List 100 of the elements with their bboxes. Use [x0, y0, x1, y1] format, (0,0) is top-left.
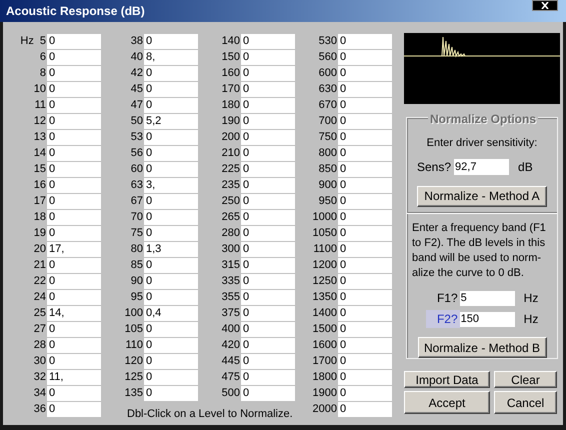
level-field[interactable]: 0: [241, 258, 295, 272]
level-field[interactable]: 0: [241, 338, 295, 352]
level-field[interactable]: 0: [241, 146, 295, 160]
level-field[interactable]: 0: [338, 194, 392, 208]
level-field[interactable]: 0: [47, 194, 101, 208]
level-field[interactable]: 0: [47, 354, 101, 368]
level-field[interactable]: 0: [47, 66, 101, 80]
level-field[interactable]: 0: [338, 146, 392, 160]
level-field[interactable]: 0: [241, 194, 295, 208]
normalize-b-button[interactable]: Normalize - Method B: [418, 337, 546, 358]
level-field[interactable]: 0: [241, 322, 295, 336]
frequency-field[interactable]: 5: [460, 290, 515, 306]
level-field[interactable]: 0: [338, 162, 392, 176]
level-field[interactable]: 14,: [47, 306, 101, 320]
level-field[interactable]: 0: [144, 82, 198, 96]
level-field[interactable]: 0: [47, 162, 101, 176]
level-field[interactable]: 0: [144, 338, 198, 352]
level-field[interactable]: 0: [338, 306, 392, 320]
level-field[interactable]: 0: [241, 130, 295, 144]
level-field[interactable]: 0: [241, 178, 295, 192]
close-button[interactable]: [532, 0, 558, 11]
frequency-field[interactable]: 150: [460, 312, 515, 326]
dialog-button[interactable]: Accept: [404, 391, 490, 414]
level-field[interactable]: 0: [241, 82, 295, 96]
level-field[interactable]: 0: [338, 178, 392, 192]
level-field[interactable]: 0: [338, 66, 392, 80]
level-field[interactable]: 0: [47, 338, 101, 352]
level-field[interactable]: 3,: [144, 178, 198, 192]
level-field[interactable]: 0: [241, 242, 295, 256]
level-field[interactable]: 0: [338, 34, 392, 48]
level-field[interactable]: 0: [144, 370, 198, 384]
level-field[interactable]: 0: [338, 242, 392, 256]
level-field[interactable]: 0: [47, 210, 101, 224]
level-field[interactable]: 0: [241, 226, 295, 240]
level-field[interactable]: 0: [241, 354, 295, 368]
level-field[interactable]: 0: [241, 290, 295, 304]
level-field[interactable]: 0: [47, 130, 101, 144]
level-field[interactable]: 0: [338, 50, 392, 64]
level-field[interactable]: 0: [47, 82, 101, 96]
level-field[interactable]: 0: [144, 34, 198, 48]
level-field[interactable]: 0: [241, 306, 295, 320]
level-field[interactable]: 0: [338, 322, 392, 336]
level-field[interactable]: 0: [47, 226, 101, 240]
level-field[interactable]: 0: [47, 402, 101, 416]
level-field[interactable]: 0: [241, 162, 295, 176]
level-field[interactable]: 0: [338, 354, 392, 368]
level-field[interactable]: 0: [144, 66, 198, 80]
level-field[interactable]: 0: [47, 274, 101, 288]
level-field[interactable]: 0: [47, 386, 101, 400]
level-field[interactable]: 0: [144, 98, 198, 112]
level-field[interactable]: 1,3: [144, 242, 198, 256]
level-field[interactable]: 0: [241, 210, 295, 224]
level-field[interactable]: 0: [47, 50, 101, 64]
level-field[interactable]: 0: [338, 338, 392, 352]
level-field[interactable]: 0: [338, 274, 392, 288]
normalize-a-button[interactable]: Normalize - Method A: [417, 186, 547, 206]
level-field[interactable]: 0: [338, 114, 392, 128]
level-field[interactable]: 0: [338, 290, 392, 304]
level-field[interactable]: 5,2: [144, 114, 198, 128]
level-field[interactable]: 0: [47, 34, 101, 48]
level-field[interactable]: 0: [338, 370, 392, 384]
level-field[interactable]: 0: [47, 290, 101, 304]
dialog-button[interactable]: Clear: [494, 371, 557, 388]
level-field[interactable]: 0: [144, 162, 198, 176]
level-field[interactable]: 0: [47, 114, 101, 128]
level-field[interactable]: 0: [338, 402, 392, 416]
level-field[interactable]: 0: [338, 258, 392, 272]
sensitivity-field[interactable]: 92,7: [454, 158, 510, 174]
level-field[interactable]: 0: [241, 98, 295, 112]
level-field[interactable]: 0: [241, 274, 295, 288]
level-field[interactable]: 0: [47, 178, 101, 192]
level-field[interactable]: 0: [338, 98, 392, 112]
level-field[interactable]: 0: [241, 66, 295, 80]
level-field[interactable]: 0: [144, 194, 198, 208]
level-field[interactable]: 0: [47, 98, 101, 112]
level-field[interactable]: 11,: [47, 370, 101, 384]
level-field[interactable]: 0: [144, 290, 198, 304]
level-field[interactable]: 8,: [144, 50, 198, 64]
level-field[interactable]: 0: [241, 50, 295, 64]
level-field[interactable]: 0: [47, 258, 101, 272]
level-field[interactable]: 0: [241, 34, 295, 48]
level-field[interactable]: 0: [338, 82, 392, 96]
dialog-button[interactable]: Cancel: [494, 391, 557, 414]
level-field[interactable]: 0: [241, 114, 295, 128]
level-field[interactable]: 0: [144, 146, 198, 160]
level-field[interactable]: 0,4: [144, 306, 198, 320]
level-field[interactable]: 0: [144, 210, 198, 224]
level-field[interactable]: 0: [338, 130, 392, 144]
level-field[interactable]: 0: [144, 386, 198, 400]
level-field[interactable]: 0: [47, 322, 101, 336]
level-field[interactable]: 0: [144, 322, 198, 336]
level-field[interactable]: 0: [338, 386, 392, 400]
level-field[interactable]: 0: [47, 146, 101, 160]
level-field[interactable]: 0: [144, 354, 198, 368]
level-field[interactable]: 0: [241, 386, 295, 400]
level-field[interactable]: 0: [338, 210, 392, 224]
level-field[interactable]: 0: [144, 130, 198, 144]
level-field[interactable]: 0: [338, 226, 392, 240]
level-field[interactable]: 0: [144, 226, 198, 240]
level-field[interactable]: 0: [241, 370, 295, 384]
